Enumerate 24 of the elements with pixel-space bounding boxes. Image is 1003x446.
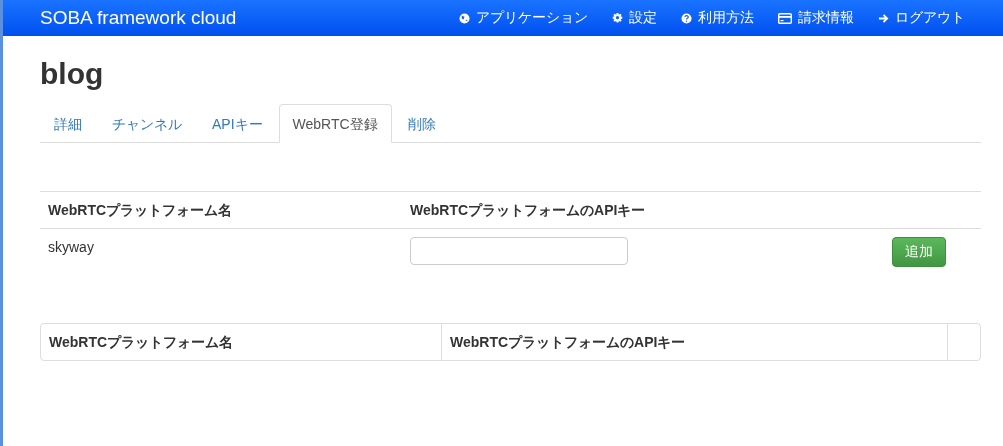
tab[interactable]: 詳細	[40, 104, 96, 143]
tab[interactable]: WebRTC登録	[278, 104, 392, 143]
column-header: WebRTCプラットフォーム名	[41, 324, 442, 360]
nav-link[interactable]: 利用方法	[681, 9, 754, 27]
column-header: WebRTCプラットフォーム名	[40, 191, 402, 229]
gear-icon	[612, 12, 623, 24]
question-icon	[681, 12, 692, 24]
arrow-right-icon	[878, 12, 889, 24]
credit-card-icon	[778, 12, 792, 24]
column-header: WebRTCプラットフォームのAPIキー	[402, 191, 820, 229]
nav-link[interactable]: ログアウト	[878, 9, 965, 27]
tab[interactable]: APIキー	[198, 104, 277, 143]
nav-link[interactable]: 請求情報	[778, 9, 854, 27]
tab[interactable]: 削除	[393, 104, 450, 143]
nav-link[interactable]: 設定	[612, 9, 657, 27]
globe-icon	[459, 12, 470, 24]
add-button[interactable]: 追加	[892, 237, 946, 267]
nav-link[interactable]: アプリケーション	[459, 9, 588, 27]
column-header: WebRTCプラットフォームのAPIキー	[442, 324, 948, 360]
brand-title[interactable]: SOBA framework cloud	[40, 7, 237, 29]
page-title: blog	[40, 56, 105, 92]
api-key-field[interactable]	[410, 237, 628, 265]
tab[interactable]: チャンネル	[98, 104, 196, 143]
table-cell: skyway	[40, 228, 402, 275]
